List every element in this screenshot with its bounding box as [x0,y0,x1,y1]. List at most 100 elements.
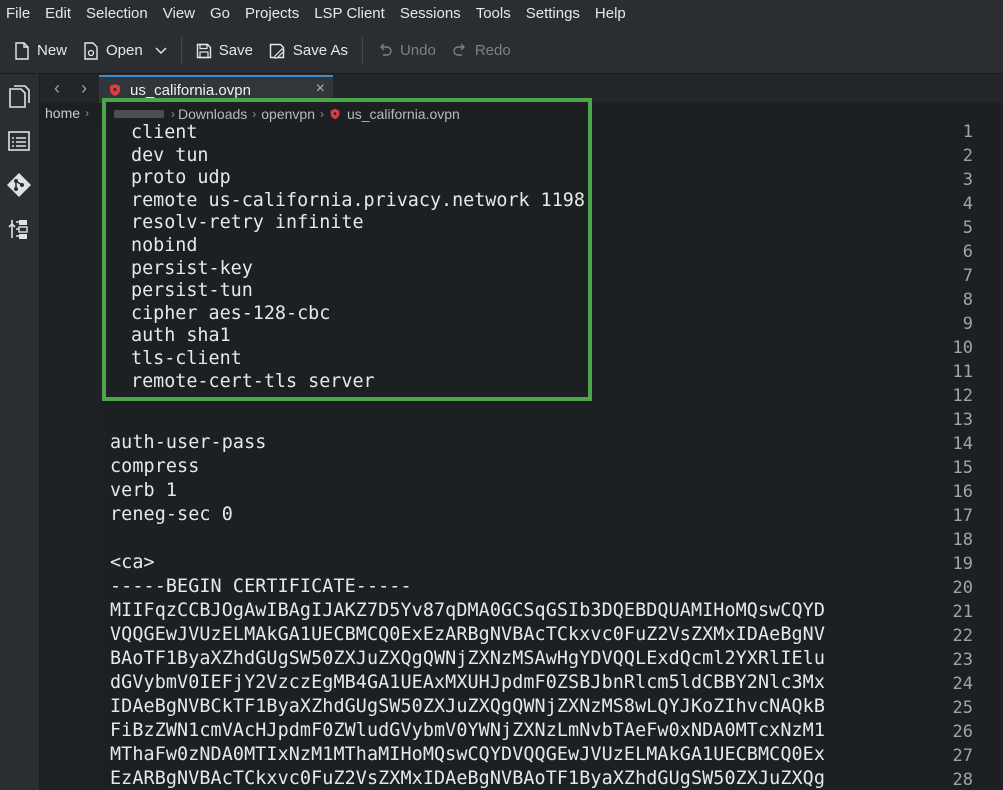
sidebar [0,74,40,790]
tab-forward-arrow-icon[interactable]: › [75,78,93,98]
symbols-list-icon[interactable] [6,128,32,154]
open-label: Open [106,42,143,59]
menu-view[interactable]: View [157,0,204,28]
code-line: proto udp [131,167,231,189]
line-number: 25 [952,698,973,718]
toolbar-divider [361,36,363,65]
breadcrumb-separator-icon: › [85,105,90,120]
redo-label: Redo [474,42,511,59]
chevron-down-icon[interactable] [155,47,167,55]
code-line: auth-user-pass [110,432,267,453]
breadcrumb-overlay: › Downloads › openvpn › us_california.ov… [106,106,588,122]
breadcrumb-openvpn[interactable]: openvpn [261,106,315,122]
save-button[interactable]: Save [188,34,261,68]
code-line: client [131,122,198,143]
menubar: File Edit Selection View Go Projects LSP… [0,0,1003,28]
file-type-icon [110,84,120,96]
code-line: FiBzZWN1cmVAcHJpdmF0ZWludGVybmV0YWNjZXNz… [110,720,826,741]
menu-go[interactable]: Go [204,0,239,28]
line-number: 5 [962,218,973,238]
menu-projects[interactable]: Projects [239,0,308,28]
undo-icon [379,43,392,56]
git-icon[interactable] [6,172,32,198]
code-line: MIIFqzCCBJOgAwIBAgIJAKZ7D5Yv87qDMA0GCSqG… [110,600,826,621]
toolbar-divider [180,36,182,65]
file-type-icon [330,108,340,120]
line-number-gutter [40,122,102,790]
line-number: 23 [952,650,973,670]
line-number: 20 [952,578,973,598]
undo-label: Undo [399,42,436,59]
line-number: 10 [952,338,973,358]
highlight-box: › Downloads › openvpn › us_california.ov… [102,98,592,401]
menu-file[interactable]: File [0,0,39,28]
line-number: 2 [962,146,973,166]
menu-tools[interactable]: Tools [470,0,520,28]
line-number: 12 [952,386,973,406]
line-number: 16 [952,482,973,502]
open-button[interactable]: Open [75,34,175,68]
tab-back-arrow-icon[interactable]: ‹ [48,78,66,98]
line-number: 8 [962,290,973,310]
line-number: 26 [952,722,973,742]
redo-button[interactable]: Redo [444,34,519,68]
code-line: resolv-retry infinite [131,212,364,234]
open-document-icon [84,41,98,60]
toolbar: New Open Save Save As Undo Redo [0,28,1003,74]
code-line: nobind [131,235,198,256]
code-line: persist-tun [131,280,253,302]
code-line: dGVybmV0IEFjY2VzczEgMB4GA1UEAxMXUHJpdmF0… [110,672,826,693]
breadcrumb-home[interactable]: home [45,105,80,121]
code-line: dev tun [131,144,209,166]
code-line: IDAeBgNVBCkTF1ByaXZhdGUgSW50ZXJuZXQgQWNj… [110,696,826,717]
breadcrumb-separator-icon: › [319,107,324,121]
menu-selection[interactable]: Selection [80,0,157,28]
breadcrumb-file[interactable]: us_california.ovpn [347,106,460,122]
code-line: tls-client [131,348,242,369]
code-line: BAoTF1ByaXZhdGUgSW50ZXJuZXQgQWNjZXNzMSAw… [110,648,826,669]
line-number: 18 [952,530,973,550]
line-number: 7 [962,266,973,286]
breadcrumb-downloads[interactable]: Downloads [178,106,247,122]
line-number: 1 [962,122,973,142]
save-icon [196,43,211,58]
new-button[interactable]: New [6,34,75,68]
close-tab-icon[interactable]: × [316,80,325,98]
line-number: 11 [952,362,973,382]
line-number: 9 [962,314,973,334]
line-number: 19 [952,554,973,574]
menu-lsp-client[interactable]: LSP Client [308,0,394,28]
line-number: 28 [952,770,973,790]
line-number: 6 [962,242,973,262]
menu-help[interactable]: Help [589,0,635,28]
line-number: 3 [962,170,973,190]
build-plugin-icon[interactable] [6,216,32,242]
code-line: VQQGEwJVUzELMAkGA1UECBMCQ0ExEzARBgNVBAcT… [110,624,826,645]
save-as-icon [269,43,285,59]
code-line: auth sha1 [131,325,231,347]
breadcrumb-separator-icon: › [171,107,175,121]
tab-label: us_california.ovpn [130,81,251,99]
undo-button[interactable]: Undo [369,34,444,68]
code-line: remote us-california.privacy.network 119… [131,189,585,211]
line-number: 4 [962,194,973,214]
line-number: 21 [952,602,973,622]
code-line: -----BEGIN CERTIFICATE----- [110,576,412,597]
menu-sessions[interactable]: Sessions [394,0,470,28]
documents-panel-icon[interactable] [6,84,32,110]
code-line: reneg-sec 0 [110,504,233,525]
line-number: 24 [952,674,973,694]
save-as-button[interactable]: Save As [261,34,356,68]
line-number: 13 [952,410,973,430]
menu-edit[interactable]: Edit [39,0,80,28]
redacted-path-segment [114,110,164,118]
code-line: <ca> [110,552,155,573]
breadcrumb-separator-icon: › [252,107,257,121]
menu-settings[interactable]: Settings [520,0,589,28]
code-line: verb 1 [110,480,178,501]
code-line: persist-key [131,257,253,279]
new-label: New [37,42,68,59]
redo-icon [453,43,465,56]
line-number: 15 [952,458,973,478]
code-line: remote-cert-tls server [131,370,375,392]
